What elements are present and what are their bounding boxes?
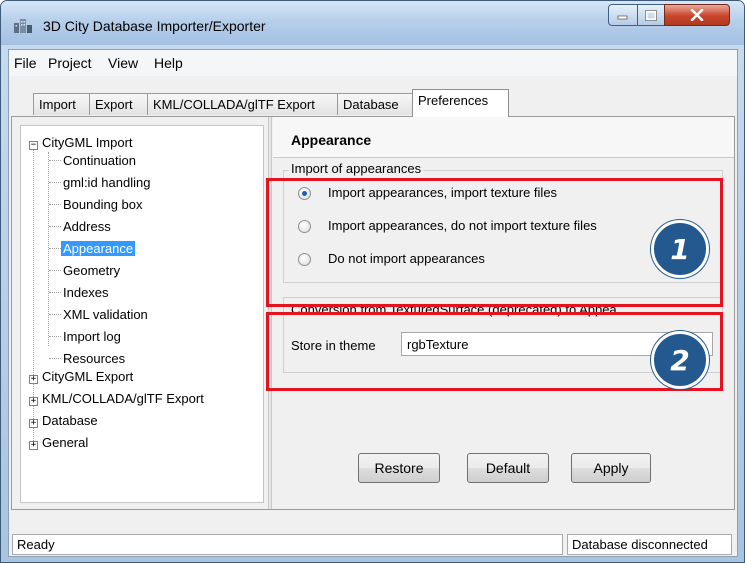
tab-export[interactable]: Export: [89, 93, 148, 115]
tab-preferences[interactable]: Preferences: [412, 89, 509, 117]
maximize-icon: [645, 9, 657, 21]
restore-button[interactable]: Restore: [358, 453, 440, 483]
tree-branch-line: [49, 314, 61, 315]
annotation-badge-2: 2: [651, 331, 709, 389]
minimize-button[interactable]: [608, 4, 638, 26]
apply-button[interactable]: Apply: [571, 453, 651, 483]
expand-icon[interactable]: +: [29, 441, 38, 450]
tree-item-bounding-box[interactable]: Bounding box: [63, 197, 143, 212]
tree-item-xml-validation[interactable]: XML validation: [63, 307, 148, 322]
menu-bar: File Project View Help: [9, 50, 737, 77]
tree-item-citygml-export[interactable]: CityGML Export: [42, 369, 133, 384]
maximize-button[interactable]: [637, 4, 665, 26]
database-connection-status: Database disconnected: [567, 534, 732, 555]
expand-icon[interactable]: +: [29, 397, 38, 406]
annotation-badge-1: 1: [651, 220, 709, 278]
tree-item-general[interactable]: General: [42, 435, 88, 450]
tree-item-address[interactable]: Address: [63, 219, 111, 234]
tab-database[interactable]: Database: [337, 93, 413, 115]
minimize-icon: [617, 15, 628, 20]
tree-item-continuation[interactable]: Continuation: [63, 153, 136, 168]
tree-branch-line: [49, 182, 61, 183]
close-icon: [690, 9, 704, 21]
tree-branch-line: [49, 270, 61, 271]
collapse-icon[interactable]: −: [29, 141, 38, 150]
close-button[interactable]: [664, 4, 730, 26]
menu-view[interactable]: View: [108, 55, 138, 71]
tree-branch-line: [49, 226, 61, 227]
menu-help[interactable]: Help: [154, 55, 183, 71]
default-button[interactable]: Default: [467, 453, 549, 483]
panel-header: Appearance: [273, 117, 734, 158]
tab-import[interactable]: Import: [33, 93, 90, 115]
tree-branch-line: [49, 292, 61, 293]
tree-item-kml-collada-gltf-export[interactable]: KML/COLLADA/glTF Export: [42, 391, 204, 406]
import-appearances-group-title: Import of appearances: [289, 161, 424, 176]
tree-branch-line: [49, 248, 61, 249]
panel-title: Appearance: [291, 132, 372, 148]
window-title: 3D City Database Importer/Exporter: [43, 18, 266, 34]
menu-project[interactable]: Project: [48, 55, 92, 71]
menu-file[interactable]: File: [14, 55, 37, 71]
tree-item-gml-id-handling[interactable]: gml:id handling: [63, 175, 150, 190]
tree-branch-line: [49, 204, 61, 205]
tree-item-import-log[interactable]: Import log: [63, 329, 121, 344]
app-city-icon: [14, 19, 32, 33]
expand-icon[interactable]: +: [29, 419, 38, 428]
preferences-tree: − CityGML Import Continuation gml:id han…: [20, 125, 264, 503]
tab-kml-collada-gltf-export[interactable]: KML/COLLADA/glTF Export: [147, 93, 338, 115]
expand-icon[interactable]: +: [29, 375, 38, 384]
status-bar: Ready Database disconnected: [9, 522, 737, 556]
tree-item-indexes[interactable]: Indexes: [63, 285, 109, 300]
tree-item-appearance[interactable]: Appearance: [61, 241, 136, 256]
tab-bar: Import Export KML/COLLADA/glTF Export Da…: [9, 76, 737, 117]
tree-item-resources[interactable]: Resources: [63, 351, 125, 366]
status-message: Ready: [12, 534, 563, 555]
tree-branch-line: [49, 336, 61, 337]
tree-item-citygml-import[interactable]: CityGML Import: [42, 135, 133, 150]
title-bar[interactable]: 3D City Database Importer/Exporter: [1, 1, 744, 45]
tree-branch-line: [49, 160, 61, 161]
tree-item-database[interactable]: Database: [42, 413, 98, 428]
tree-branch-line: [49, 358, 61, 359]
tree-item-geometry[interactable]: Geometry: [63, 263, 120, 278]
